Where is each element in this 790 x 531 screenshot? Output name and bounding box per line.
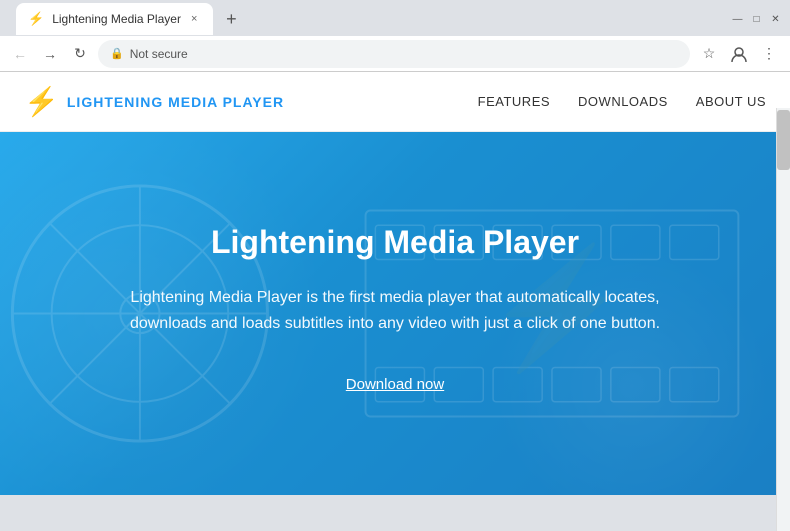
title-bar: ⚡ Lightening Media Player × + — □ ✕ xyxy=(0,0,790,36)
toolbar-icons: ☆ ⋮ xyxy=(696,41,782,67)
active-tab[interactable]: ⚡ Lightening Media Player × xyxy=(16,3,213,35)
logo-area: ⚡ LIGHTENING MEDIA PLAYER xyxy=(24,88,284,116)
hero-section: ⚡ Lightening Media Player Lightening Med… xyxy=(0,132,790,495)
download-now-link[interactable]: Download now xyxy=(346,376,444,393)
address-bar-row: ← → ↻ 🔒 Not secure ☆ ⋮ xyxy=(0,36,790,72)
tab-title: Lightening Media Player xyxy=(52,12,181,26)
hero-description: Lightening Media Player is the first med… xyxy=(95,285,695,336)
profile-icon[interactable] xyxy=(726,41,752,67)
scrollbar[interactable] xyxy=(776,108,790,531)
logo-text: LIGHTENING MEDIA PLAYER xyxy=(67,94,284,110)
site-nav: ⚡ LIGHTENING MEDIA PLAYER FEATURES DOWNL… xyxy=(0,72,790,132)
maximize-button[interactable]: □ xyxy=(750,13,763,26)
tab-favicon: ⚡ xyxy=(28,11,44,27)
minimize-button[interactable]: — xyxy=(731,13,744,26)
lock-icon: 🔒 xyxy=(110,47,124,60)
tab-close-button[interactable]: × xyxy=(189,11,199,27)
nav-link-about-us[interactable]: ABOUT US xyxy=(696,94,766,109)
close-button[interactable]: ✕ xyxy=(769,13,782,26)
address-field[interactable]: 🔒 Not secure xyxy=(98,40,690,68)
window-controls: — □ ✕ xyxy=(731,13,782,26)
nav-links: FEATURES DOWNLOADS ABOUT US xyxy=(478,94,766,109)
url-text: Not secure xyxy=(130,47,678,61)
back-button[interactable]: ← xyxy=(8,42,32,66)
website-content: ⚡ LIGHTENING MEDIA PLAYER FEATURES DOWNL… xyxy=(0,72,790,495)
nav-link-features[interactable]: FEATURES xyxy=(478,94,550,109)
new-tab-button[interactable]: + xyxy=(217,5,245,33)
logo-bolt-icon: ⚡ xyxy=(24,88,59,116)
nav-link-downloads[interactable]: DOWNLOADS xyxy=(578,94,668,109)
hero-title: Lightening Media Player xyxy=(211,224,579,261)
bookmark-icon[interactable]: ☆ xyxy=(696,41,722,67)
reload-button[interactable]: ↻ xyxy=(68,42,92,66)
menu-icon[interactable]: ⋮ xyxy=(756,41,782,67)
tab-bar: ⚡ Lightening Media Player × + xyxy=(8,3,253,35)
scrollbar-thumb[interactable] xyxy=(777,110,790,170)
browser-window: ⚡ Lightening Media Player × + — □ ✕ ← → … xyxy=(0,0,790,495)
forward-button[interactable]: → xyxy=(38,42,62,66)
